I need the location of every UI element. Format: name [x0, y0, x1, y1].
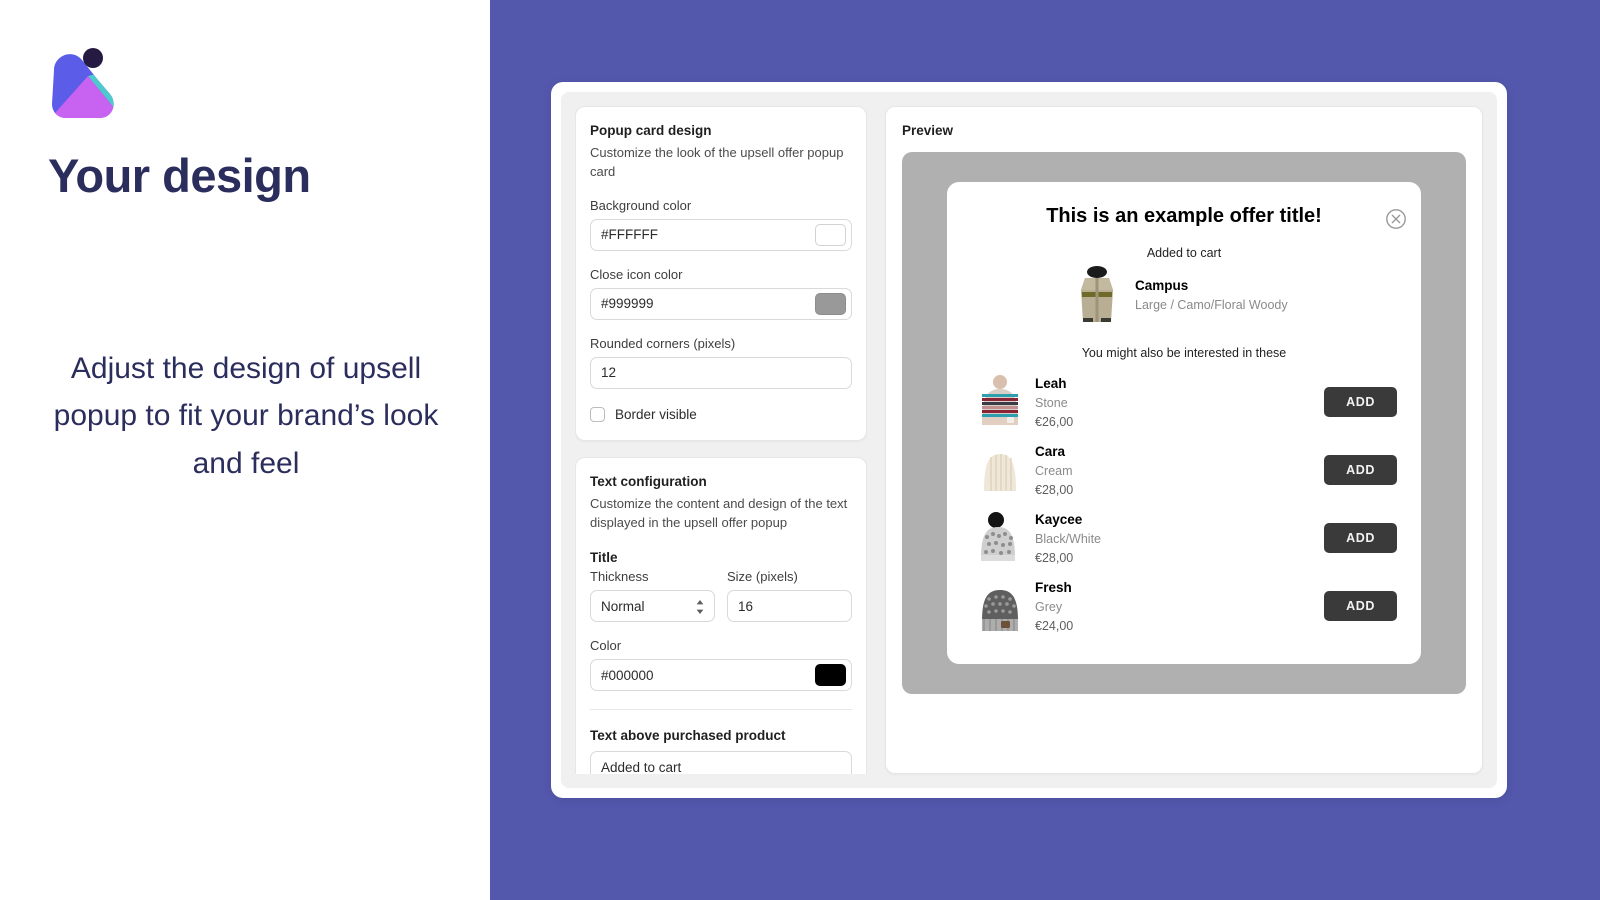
- product-price: €28,00: [1035, 482, 1074, 497]
- purchased-product-variant: Large / Camo/Floral Woody: [1135, 298, 1288, 312]
- list-item: Kaycee Black/White €28,00 ADD: [971, 504, 1397, 572]
- list-item: Leah Stone €26,00 ADD: [971, 368, 1397, 436]
- campus-jacket-thumbnail: [1073, 264, 1121, 326]
- title-thickness-size-row: Thickness Normal Size (pixels) 16: [590, 569, 852, 623]
- preview-card: Preview This is an example offer title! …: [885, 106, 1483, 774]
- title-thickness-select[interactable]: Normal: [590, 590, 715, 623]
- close-icon[interactable]: [1385, 208, 1407, 230]
- purchased-product-row: Campus Large / Camo/Floral Woody: [971, 264, 1397, 326]
- preview-column: Preview This is an example offer title! …: [885, 106, 1483, 774]
- close-icon-color-field: Close icon color #999999: [590, 267, 852, 320]
- title-color-value: #000000: [601, 667, 654, 683]
- add-button[interactable]: ADD: [1324, 591, 1397, 621]
- border-visible-checkbox[interactable]: [590, 406, 605, 422]
- product-price: €26,00: [1035, 414, 1074, 429]
- promo-subtitle: Adjust the design of upsell popup to fit…: [53, 352, 439, 480]
- popup-card-design-description: Customize the look of the upsell offer p…: [590, 145, 844, 179]
- rounded-corners-field: Rounded corners (pixels) 12: [590, 336, 852, 389]
- close-icon-color-value: #999999: [601, 296, 654, 312]
- list-item: Fresh Grey €24,00 ADD: [971, 572, 1397, 640]
- title-size-input[interactable]: 16: [727, 590, 852, 623]
- product-info: Kaycee Black/White €28,00: [1035, 512, 1324, 565]
- product-name: Kaycee: [1035, 511, 1083, 527]
- product-variant: Stone: [1035, 395, 1068, 410]
- title-color-label: Color: [590, 638, 622, 654]
- title-color-input[interactable]: #000000: [590, 659, 852, 692]
- product-name: Leah: [1035, 375, 1067, 391]
- brand-logo: [48, 46, 120, 122]
- product-variant: Grey: [1035, 599, 1063, 614]
- section-divider: [590, 709, 852, 711]
- rounded-corners-value: 12: [601, 365, 617, 381]
- title-size-label: Size (pixels): [727, 569, 798, 585]
- title-size-field: Size (pixels) 16: [727, 569, 852, 623]
- close-icon-color-label: Close icon color: [590, 266, 683, 282]
- upsell-popup: This is an example offer title! Added to…: [947, 182, 1421, 664]
- background-color-value: #FFFFFF: [601, 227, 658, 243]
- text-configuration-card: Text configuration Customize the content…: [575, 456, 867, 774]
- product-name: Cara: [1035, 443, 1066, 459]
- preview-stage: This is an example offer title! Added to…: [902, 152, 1466, 694]
- background-color-swatch[interactable]: [815, 223, 846, 246]
- border-visible-label: Border visible: [615, 406, 697, 422]
- product-price: €28,00: [1035, 550, 1074, 565]
- text-configuration-description: Customize the content and design of the …: [590, 495, 848, 530]
- popup-title: This is an example offer title!: [1046, 205, 1322, 227]
- popup-card-design-title: Popup card design: [590, 123, 712, 138]
- above-product-heading: Text above purchased product: [590, 728, 786, 744]
- text-configuration-title: Text configuration: [590, 473, 707, 489]
- chevron-updown-icon: [695, 598, 705, 616]
- title-color-swatch[interactable]: [815, 664, 846, 687]
- background-color-input[interactable]: #FFFFFF: [590, 218, 852, 251]
- list-item: Cara Cream €28,00 ADD: [971, 436, 1397, 504]
- fresh-beanie-thumbnail: [971, 577, 1029, 635]
- above-product-text-value: Added to cart: [601, 759, 682, 774]
- product-price: €24,00: [1035, 618, 1074, 633]
- recommended-product-list: Leah Stone €26,00 ADD Cara Cream €28,00 …: [971, 368, 1397, 640]
- add-button[interactable]: ADD: [1324, 387, 1397, 417]
- title-size-value: 16: [738, 598, 754, 614]
- above-product-text-input[interactable]: Added to cart: [590, 751, 852, 774]
- title-color-field: Color #000000: [590, 638, 852, 692]
- page-title: Your design: [48, 149, 311, 202]
- border-visible-row[interactable]: Border visible: [590, 406, 852, 422]
- rounded-corners-label: Rounded corners (pixels): [590, 335, 736, 351]
- app-window-content: Popup card design Customize the look of …: [561, 92, 1497, 788]
- added-to-cart-label: Added to cart: [1146, 246, 1222, 260]
- product-info: Fresh Grey €24,00: [1035, 580, 1324, 633]
- popup-card-design-card: Popup card design Customize the look of …: [575, 106, 867, 441]
- add-button[interactable]: ADD: [1324, 455, 1397, 485]
- product-name: Fresh: [1035, 579, 1072, 595]
- kaycee-beanie-thumbnail: [971, 509, 1029, 567]
- product-variant: Cream: [1035, 463, 1073, 478]
- page-root: Your design Adjust the design of upsell …: [0, 0, 1600, 900]
- background-color-field: Background color #FFFFFF: [590, 198, 852, 251]
- cara-beanie-thumbnail: [971, 441, 1029, 499]
- preview-label: Preview: [902, 123, 954, 138]
- leah-beanie-thumbnail: [971, 373, 1029, 431]
- purchased-product-name: Campus: [1135, 278, 1189, 293]
- purchased-product-info: Campus Large / Camo/Floral Woody: [1135, 278, 1295, 312]
- product-variant: Black/White: [1035, 531, 1101, 546]
- product-info: Leah Stone €26,00: [1035, 376, 1324, 429]
- promo-panel: Your design Adjust the design of upsell …: [0, 0, 490, 900]
- title-thickness-value: Normal: [601, 598, 645, 614]
- rounded-corners-input[interactable]: 12: [590, 356, 852, 389]
- title-thickness-field: Thickness Normal: [590, 569, 715, 623]
- interested-label: You might also be interested in these: [1081, 346, 1287, 360]
- config-column[interactable]: Popup card design Customize the look of …: [575, 106, 867, 774]
- close-icon-color-input[interactable]: #999999: [590, 287, 852, 320]
- close-icon-color-swatch[interactable]: [815, 292, 846, 315]
- add-button[interactable]: ADD: [1324, 523, 1397, 553]
- title-thickness-label: Thickness: [590, 569, 649, 585]
- product-info: Cara Cream €28,00: [1035, 444, 1324, 497]
- background-color-label: Background color: [590, 197, 692, 213]
- app-window: Popup card design Customize the look of …: [551, 82, 1507, 798]
- title-section-heading: Title: [590, 550, 618, 566]
